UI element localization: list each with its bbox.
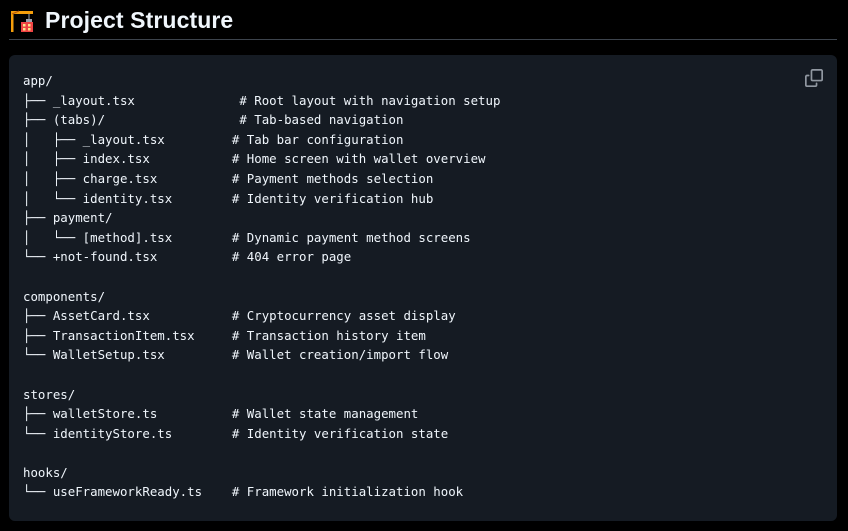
code-line: app/ <box>23 73 53 88</box>
code-line: │ ├── index.tsx # Home screen with walle… <box>23 151 486 167</box>
page-title: Project Structure <box>45 6 234 33</box>
code-line: hooks/ <box>23 464 68 480</box>
code-line: ├── _layout.tsx # Root layout with navig… <box>23 92 501 108</box>
code-line: ├── walletStore.ts # Wallet state manage… <box>23 406 419 422</box>
code-block[interactable]: app/ ├── _layout.tsx # Root layout with n… <box>9 55 837 521</box>
page-heading: Project Structure <box>9 4 233 36</box>
code-line: │ ├── _layout.tsx # Tab bar configuratio… <box>23 131 404 147</box>
code-line: │ └── identity.tsx # Identity verificati… <box>23 190 434 206</box>
code-line: ├── AssetCard.tsx # Cryptocurrency asset… <box>23 308 456 324</box>
code-line: └── identityStore.ts # Identity verifica… <box>23 425 449 441</box>
code-line: stores/ <box>23 386 76 402</box>
code-line: ├── payment/ <box>23 210 113 226</box>
code-line: ├── (tabs)/ # Tab-based navigation <box>23 112 404 128</box>
heading-divider <box>9 39 837 40</box>
code-line: └── +not-found.tsx # 404 error page <box>23 249 352 265</box>
code-line: │ └── [method].tsx # Dynamic payment met… <box>23 229 471 245</box>
code-line: └── useFrameworkReady.ts # Framework ini… <box>23 484 464 500</box>
construction-crane-icon <box>11 10 33 32</box>
code-line: │ ├── charge.tsx # Payment methods selec… <box>23 170 434 186</box>
copy-icon[interactable] <box>805 69 823 87</box>
code-line: ├── TransactionItem.tsx # Transaction hi… <box>23 327 426 343</box>
code-content: app/ ├── _layout.tsx # Root layout with n… <box>23 71 500 502</box>
code-line: └── WalletSetup.tsx # Wallet creation/im… <box>23 347 449 363</box>
code-line: components/ <box>23 288 106 304</box>
